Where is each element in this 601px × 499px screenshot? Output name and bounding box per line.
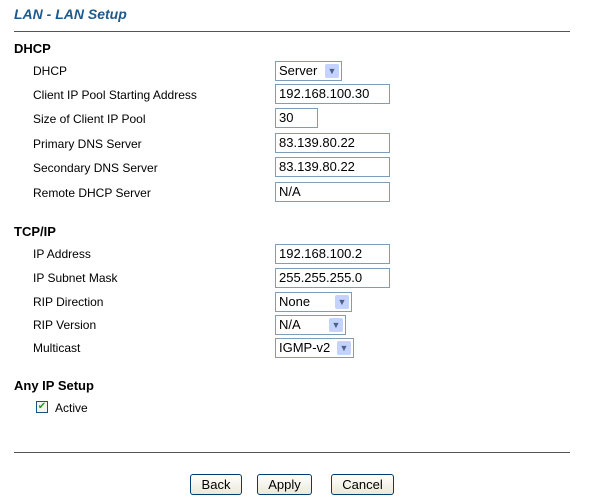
back-button[interactable]: Back xyxy=(190,474,242,495)
subnet-mask-input[interactable]: 255.255.255.0 xyxy=(275,268,390,288)
rip-direction-select[interactable]: None ▼ xyxy=(275,292,352,312)
dhcp-heading: DHCP xyxy=(14,41,51,56)
rip-direction-label: RIP Direction xyxy=(33,295,104,309)
pool-start-input[interactable]: 192.168.100.30 xyxy=(275,84,390,104)
multicast-select[interactable]: IGMP-v2 ▼ xyxy=(275,338,354,358)
ip-address-input[interactable]: 192.168.100.2 xyxy=(275,244,390,264)
any-ip-heading: Any IP Setup xyxy=(14,378,94,393)
chevron-down-icon: ▼ xyxy=(325,64,339,78)
multicast-label: Multicast xyxy=(33,341,81,355)
chevron-down-icon: ▼ xyxy=(337,341,351,355)
primary-dns-label: Primary DNS Server xyxy=(33,137,142,151)
ip-address-label: IP Address xyxy=(33,247,91,261)
secondary-dns-input[interactable]: 83.139.80.22 xyxy=(275,157,390,177)
multicast-value: IGMP-v2 xyxy=(279,340,331,355)
primary-dns-input[interactable]: 83.139.80.22 xyxy=(275,133,390,153)
chevron-down-icon: ▼ xyxy=(329,318,343,332)
dhcp-select-value: Server xyxy=(279,63,318,78)
page-title: LAN - LAN Setup xyxy=(14,6,127,22)
apply-button[interactable]: Apply xyxy=(257,474,312,495)
dhcp-select[interactable]: Server ▼ xyxy=(275,61,342,81)
divider xyxy=(14,31,570,32)
divider xyxy=(14,452,570,453)
pool-size-input[interactable]: 30 xyxy=(275,108,318,128)
remote-dhcp-input[interactable]: N/A xyxy=(275,182,390,202)
active-label: Active xyxy=(55,401,88,415)
pool-size-label: Size of Client IP Pool xyxy=(33,112,146,126)
pool-start-label: Client IP Pool Starting Address xyxy=(33,88,197,102)
rip-direction-value: None xyxy=(279,294,311,309)
active-checkbox[interactable]: ✔ xyxy=(36,401,48,413)
secondary-dns-label: Secondary DNS Server xyxy=(33,161,158,175)
chevron-down-icon: ▼ xyxy=(335,295,349,309)
tcpip-heading: TCP/IP xyxy=(14,224,56,239)
subnet-mask-label: IP Subnet Mask xyxy=(33,271,118,285)
cancel-button[interactable]: Cancel xyxy=(331,474,394,495)
rip-version-label: RIP Version xyxy=(33,318,97,332)
dhcp-label: DHCP xyxy=(33,64,68,78)
remote-dhcp-label: Remote DHCP Server xyxy=(33,186,151,200)
rip-version-select[interactable]: N/A ▼ xyxy=(275,315,346,335)
rip-version-value: N/A xyxy=(279,317,301,332)
